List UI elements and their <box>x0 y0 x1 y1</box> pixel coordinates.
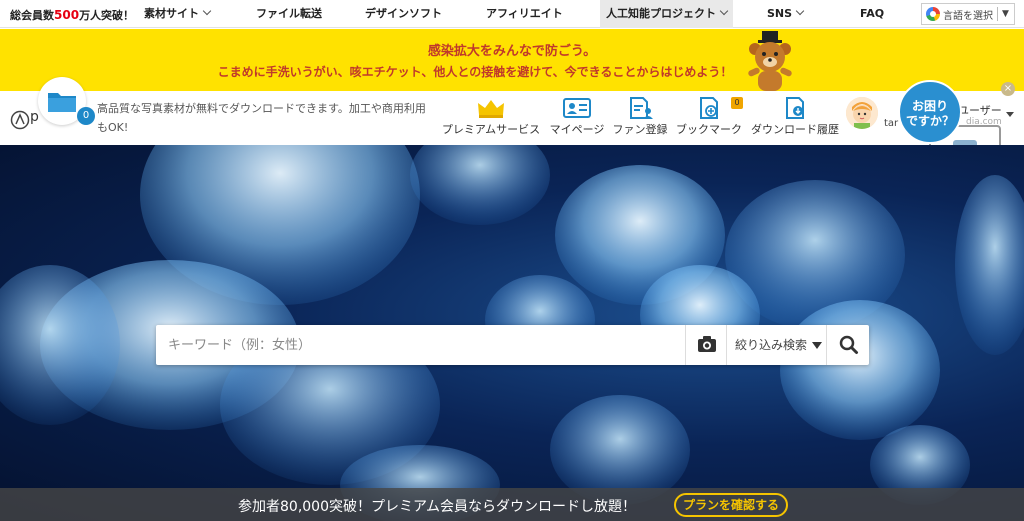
top-navigation: 総会員数500万人突破！ 素材サイト ファイル転送 デザインソフト アフィリエイ… <box>0 0 1024 28</box>
member-count-number: 500 <box>54 8 80 22</box>
nav-label: ダウンロード履歴 <box>751 123 839 136</box>
hero-section: 絞り込み検索 参加者80,000突破！プレミアム会員ならダウンロードし放題！ プ… <box>0 145 1024 521</box>
nav-label: プレミアムサービス <box>441 123 541 136</box>
check-plans-button[interactable]: プランを確認する <box>674 493 788 517</box>
nav-item-materials[interactable]: 素材サイト <box>144 0 212 28</box>
chevron-down-icon <box>202 6 212 16</box>
bear-mascot-icon <box>748 31 792 91</box>
member-count-text: 総会員数500万人突破！ <box>10 8 135 22</box>
bookmark-icon <box>700 97 718 119</box>
chevron-down-icon <box>795 6 805 16</box>
help-line-2: ですか？ <box>905 114 954 128</box>
image-search-button[interactable] <box>685 325 726 365</box>
download-history-icon <box>786 97 804 119</box>
caret-down-icon: ▼ <box>1002 9 1009 19</box>
crown-icon <box>478 100 504 118</box>
caret-down-icon <box>812 342 823 349</box>
nav-download-history[interactable]: ダウンロード履歴 <box>747 91 843 145</box>
user-avatar[interactable] <box>846 97 878 129</box>
nav-item-file-transfer[interactable]: ファイル転送 <box>256 0 322 28</box>
search-input[interactable] <box>156 325 685 365</box>
user-name[interactable]: tar <box>884 118 898 129</box>
chevron-down-icon <box>719 6 729 16</box>
nav-item-design-software[interactable]: デザインソフト <box>365 0 442 28</box>
close-icon[interactable]: × <box>1001 82 1015 96</box>
language-label: 言語を選択 <box>943 10 993 22</box>
site-logo-icon[interactable] <box>10 110 30 130</box>
filter-search-dropdown[interactable]: 絞り込み検索 <box>726 325 826 365</box>
language-selector[interactable]: 言語を選択 ▼ <box>921 3 1015 25</box>
search-icon <box>839 335 858 354</box>
nav-item-sns[interactable]: SNS <box>767 0 805 28</box>
search-bar: 絞り込み検索 <box>156 325 869 365</box>
nav-item-ai-project[interactable]: 人工知能プロジェクト <box>600 0 733 28</box>
nav-label: マイページ <box>549 123 605 136</box>
nav-premium-service[interactable]: プレミアムサービス <box>437 91 545 145</box>
google-icon <box>926 7 940 21</box>
nav-label: ブックマーク <box>676 123 742 136</box>
nav-mypage[interactable]: マイページ <box>547 91 607 145</box>
site-header: p 0 高品質な写真素材が無料でダウンロードできます。加工や商用利用もOK! プ… <box>0 77 1024 145</box>
site-tagline: 高品質な写真素材が無料でダウンロードできます。加工や商用利用もOK! <box>97 102 426 134</box>
banner-message: こまめに手洗いうがい、咳エチケット、他人との接触を避けて、今できることからはじめ… <box>217 65 733 79</box>
banner-title: 感染拡大をみんなで防ごう。 <box>427 44 597 59</box>
help-line-1: お困り <box>911 99 948 113</box>
bookmark-count-badge: 0 <box>731 97 743 109</box>
help-bubble[interactable]: お困り ですか？ <box>898 80 962 144</box>
user-menu-caret-icon[interactable] <box>1006 112 1014 117</box>
user-label[interactable]: ユーザー <box>958 102 1002 118</box>
notice-banner: 感染拡大をみんなで防ごう。 こまめに手洗いうがい、咳エチケット、他人との接触を避… <box>0 29 1024 91</box>
folder-count-badge: 0 <box>77 107 95 125</box>
nav-label: ファン登録 <box>612 123 668 136</box>
nav-item-affiliate[interactable]: アフィリエイト <box>486 0 563 28</box>
id-card-icon <box>563 98 591 118</box>
avatar-icon <box>846 97 878 129</box>
search-button[interactable] <box>826 325 869 365</box>
promo-bar: 参加者80,000突破！プレミアム会員ならダウンロードし放題！ プランを確認する <box>0 488 1024 521</box>
nav-item-faq[interactable]: FAQ <box>860 0 884 28</box>
promo-text: 参加者80,000突破！プレミアム会員ならダウンロードし放題！ <box>238 499 637 515</box>
nav-bookmark[interactable]: ブックマーク 0 <box>673 91 745 145</box>
nav-fan-register[interactable]: ファン登録 <box>609 91 671 145</box>
camera-icon <box>698 336 716 352</box>
filter-label: 絞り込み検索 <box>735 338 808 352</box>
fan-register-icon <box>630 97 653 119</box>
divider <box>997 7 998 21</box>
